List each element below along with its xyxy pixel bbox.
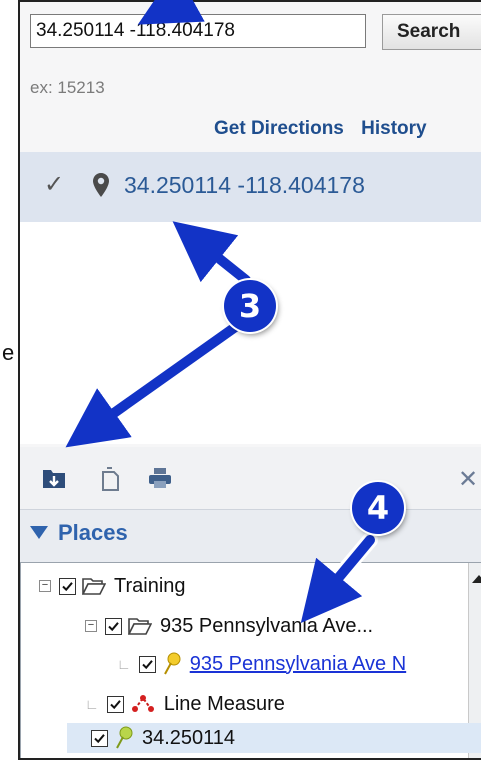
- folder-open-icon: [128, 617, 152, 635]
- checkbox-icon[interactable]: [106, 695, 124, 713]
- tree-item-label: 935 Pennsylvania Ave...: [160, 614, 374, 637]
- collapse-icon[interactable]: −: [85, 620, 97, 632]
- tree-connector: ∟: [85, 696, 99, 712]
- green-pushpin-icon: [114, 726, 134, 750]
- print-icon[interactable]: [148, 467, 172, 493]
- checkbox-icon[interactable]: [105, 617, 122, 635]
- places-tree: − Training − 935 Pennsylvania Ave... ∟ 9…: [20, 562, 481, 758]
- search-result-item[interactable]: ✓ 34.250114 -118.404178: [20, 152, 481, 222]
- tree-item-label: Line Measure: [163, 692, 285, 715]
- checkbox-icon[interactable]: [59, 577, 76, 595]
- tree-item-folder-935[interactable]: − 935 Pennsylvania Ave...: [85, 611, 373, 641]
- checkbox-icon[interactable]: [138, 655, 156, 673]
- tree-item-label: Training: [114, 574, 186, 597]
- checkmark-icon: ✓: [44, 170, 65, 198]
- places-title: Places: [58, 520, 128, 545]
- search-input[interactable]: [30, 14, 366, 48]
- history-link[interactable]: History: [361, 118, 426, 139]
- folder-add-icon[interactable]: [42, 467, 66, 493]
- placemark-link[interactable]: 935 Pennsylvania Ave N: [190, 653, 406, 676]
- yellow-pushpin-icon: [162, 652, 182, 676]
- get-directions-link[interactable]: Get Directions: [214, 118, 344, 139]
- line-measure-icon: [130, 693, 156, 715]
- collapse-icon[interactable]: −: [39, 580, 51, 592]
- search-button[interactable]: Search: [382, 14, 481, 50]
- tree-item-placemark-935[interactable]: ∟ 935 Pennsylvania Ave N: [117, 649, 406, 679]
- scroll-up-icon[interactable]: [472, 575, 481, 583]
- collapse-triangle-icon[interactable]: [30, 526, 48, 539]
- results-area: [20, 222, 481, 444]
- map-pin-icon: [92, 172, 110, 202]
- checkbox-icon[interactable]: [91, 729, 108, 747]
- places-panel-header[interactable]: Places: [20, 509, 481, 562]
- tree-item-training[interactable]: − Training: [39, 571, 186, 601]
- result-coordinates[interactable]: 34.250114 -118.404178: [124, 172, 365, 199]
- tree-item-label: 34.250114: [142, 726, 236, 749]
- annotation-badge-4: 4: [352, 482, 404, 534]
- search-row: Search: [30, 14, 481, 50]
- search-links: Get Directions History: [214, 118, 439, 140]
- folder-open-icon: [82, 577, 106, 595]
- tree-item-placemark-selected[interactable]: 34.250114: [67, 723, 481, 753]
- tree-connector: ∟: [117, 656, 131, 672]
- search-hint: ex: 15213: [30, 78, 105, 97]
- annotation-badge-3: 3: [224, 280, 276, 332]
- close-icon[interactable]: ✕: [458, 465, 478, 493]
- copy-icon[interactable]: [100, 467, 120, 495]
- tree-item-line-measure[interactable]: ∟ Line Measure: [85, 689, 285, 719]
- stray-label: e: [2, 340, 15, 365]
- search-panel: Search ex: 15213 Get Directions History …: [18, 0, 481, 760]
- search-toolbar: ✕: [20, 447, 481, 509]
